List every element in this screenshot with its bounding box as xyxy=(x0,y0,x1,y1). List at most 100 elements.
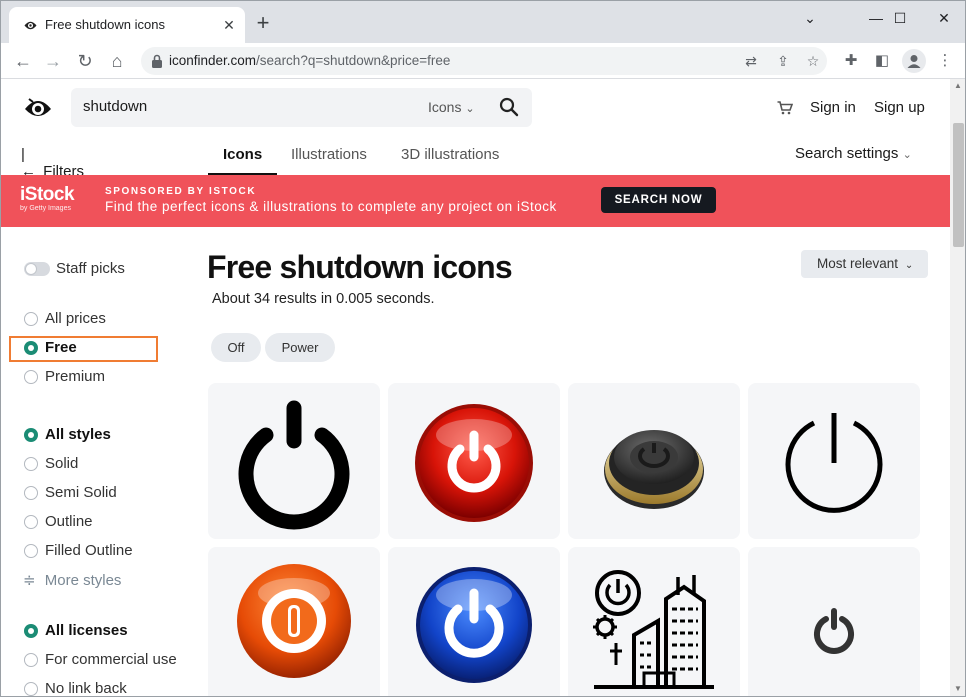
istock-logo: iStock by Getty Images xyxy=(20,184,75,213)
page-scrollbar[interactable]: ▲ ▼ xyxy=(950,79,965,696)
url-host: iconfinder.com xyxy=(169,53,257,68)
tab-strip: Free shutdown icons ✕ + ⌄ — ☐ ✕ xyxy=(1,1,965,43)
radio-semi-solid[interactable] xyxy=(24,486,38,500)
icon-card[interactable] xyxy=(568,383,740,539)
search-type-dropdown[interactable]: Icons ⌄ xyxy=(428,99,475,115)
more-styles-link[interactable]: ≑ More styles xyxy=(23,571,121,589)
staff-picks-toggle[interactable] xyxy=(24,262,50,276)
share-icon[interactable]: ⇪ xyxy=(773,51,793,71)
chevron-down-icon: ⌄ xyxy=(904,260,914,271)
radio-solid[interactable] xyxy=(24,457,38,471)
banner-text: Find the perfect icons & illustrations t… xyxy=(105,199,557,214)
scroll-up-arrow-icon[interactable]: ▲ xyxy=(954,81,962,90)
toggle-knob xyxy=(25,263,37,275)
sign-up-link[interactable]: Sign up xyxy=(874,99,925,116)
radio-all-licenses[interactable] xyxy=(24,624,38,638)
url-text: iconfinder.com/search?q=shutdown&price=f… xyxy=(169,53,450,68)
icon-card[interactable] xyxy=(388,383,560,539)
istock-brand-sub: by Getty Images xyxy=(20,205,71,212)
search-box: shutdown Icons ⌄ xyxy=(71,88,532,127)
search-settings-label: Search settings xyxy=(795,145,899,162)
license-all-label[interactable]: All licenses xyxy=(45,622,128,639)
icon-card[interactable] xyxy=(208,547,380,696)
tab-icons[interactable]: Icons xyxy=(223,146,262,163)
tab-search-chevron-icon[interactable]: ⌄ xyxy=(787,5,833,31)
browser-toolbar: ← → ↻ ⌂ iconfinder.com/search?q=shutdown… xyxy=(1,43,965,79)
power-icon-black-thick xyxy=(238,400,350,530)
search-type-label: Icons xyxy=(428,99,462,115)
icon-card[interactable] xyxy=(208,383,380,539)
tab-title: Free shutdown icons xyxy=(45,17,165,32)
scroll-thumb[interactable] xyxy=(953,123,964,247)
chrome-menu-icon[interactable]: ⋮ xyxy=(933,49,957,73)
icon-card[interactable] xyxy=(748,383,920,539)
radio-all-styles[interactable] xyxy=(24,428,38,442)
reload-icon[interactable]: ↻ xyxy=(73,49,97,73)
iconfinder-logo-icon[interactable] xyxy=(23,93,53,123)
translate-icon[interactable]: ⇄ xyxy=(741,51,761,71)
istock-banner[interactable]: iStock by Getty Images SPONSORED BY ISTO… xyxy=(1,175,950,227)
browser-window: Free shutdown icons ✕ + ⌄ — ☐ ✕ ← → ↻ ⌂ … xyxy=(0,0,966,697)
search-settings-dropdown[interactable]: Search settings ⌄ xyxy=(795,145,912,162)
scroll-down-arrow-icon[interactable]: ▼ xyxy=(954,684,962,693)
chip-power[interactable]: Power xyxy=(265,333,335,362)
sort-label: Most relevant xyxy=(817,256,899,271)
new-tab-icon[interactable]: + xyxy=(253,12,273,34)
style-semi-solid-label[interactable]: Semi Solid xyxy=(45,484,117,501)
radio-premium[interactable] xyxy=(24,370,38,384)
web-page: shutdown Icons ⌄ Sign in Sign up |← Filt… xyxy=(1,79,950,696)
radio-no-link-back[interactable] xyxy=(24,682,38,696)
style-solid-label[interactable]: Solid xyxy=(45,455,78,472)
power-icon-black-outline xyxy=(785,413,883,513)
icon-card[interactable] xyxy=(388,547,560,696)
side-panel-icon[interactable]: ◧ xyxy=(870,49,894,73)
style-all-label[interactable]: All styles xyxy=(45,426,111,443)
window-close-icon[interactable]: ✕ xyxy=(921,5,965,31)
price-all-label[interactable]: All prices xyxy=(45,310,106,327)
style-outline-label[interactable]: Outline xyxy=(45,513,93,530)
power-icon-dark-3d-button xyxy=(604,430,704,509)
selection-highlight xyxy=(9,336,158,362)
back-arrow-icon[interactable]: ← xyxy=(11,49,35,73)
browser-tab[interactable]: Free shutdown icons ✕ xyxy=(9,7,245,43)
radio-outline[interactable] xyxy=(24,515,38,529)
cart-icon[interactable] xyxy=(777,101,793,115)
license-commercial-label[interactable]: For commercial use xyxy=(45,651,177,668)
sign-in-link[interactable]: Sign in xyxy=(810,99,856,116)
icon-card[interactable] xyxy=(568,547,740,696)
tab-3d-illustrations[interactable]: 3D illustrations xyxy=(401,146,499,163)
bookmark-star-icon[interactable]: ☆ xyxy=(803,51,823,71)
chevron-down-icon: ⌄ xyxy=(902,149,912,161)
lock-icon xyxy=(152,54,162,68)
expand-icon: ≑ xyxy=(23,572,36,589)
power-icon-city-building xyxy=(593,570,714,689)
tab-close-icon[interactable]: ✕ xyxy=(220,16,238,34)
power-icon-red-glossy xyxy=(415,404,533,522)
extensions-puzzle-icon[interactable]: ✚ xyxy=(839,49,863,73)
address-bar[interactable]: iconfinder.com/search?q=shutdown&price=f… xyxy=(141,47,827,75)
radio-all-prices[interactable] xyxy=(24,312,38,326)
power-icon-blue-glossy xyxy=(416,567,532,683)
sort-dropdown[interactable]: Most relevant ⌄ xyxy=(801,250,928,278)
istock-brand: iStock xyxy=(20,184,75,205)
chevron-down-icon: ⌄ xyxy=(465,103,475,115)
home-icon[interactable]: ⌂ xyxy=(105,49,129,73)
profile-avatar-icon[interactable] xyxy=(902,49,926,73)
radio-filled-outline[interactable] xyxy=(24,544,38,558)
forward-arrow-icon[interactable]: → xyxy=(41,49,65,73)
search-now-button[interactable]: SEARCH NOW xyxy=(601,187,716,213)
search-icon[interactable] xyxy=(498,96,520,118)
banner-sponsor-label: SPONSORED BY ISTOCK xyxy=(105,186,257,197)
power-icon-orange-glossy xyxy=(237,564,351,678)
tab-illustrations[interactable]: Illustrations xyxy=(291,146,367,163)
maximize-icon[interactable]: ☐ xyxy=(877,5,923,31)
staff-picks-label: Staff picks xyxy=(56,260,125,277)
iconfinder-favicon-icon xyxy=(24,21,37,30)
price-premium-label[interactable]: Premium xyxy=(45,368,105,385)
license-no-link-back-label[interactable]: No link back xyxy=(45,680,127,696)
radio-commercial[interactable] xyxy=(24,653,38,667)
style-filled-outline-label[interactable]: Filled Outline xyxy=(45,542,133,559)
search-input[interactable]: shutdown xyxy=(83,98,147,115)
chip-off[interactable]: Off xyxy=(211,333,261,362)
icon-card[interactable] xyxy=(748,547,920,696)
